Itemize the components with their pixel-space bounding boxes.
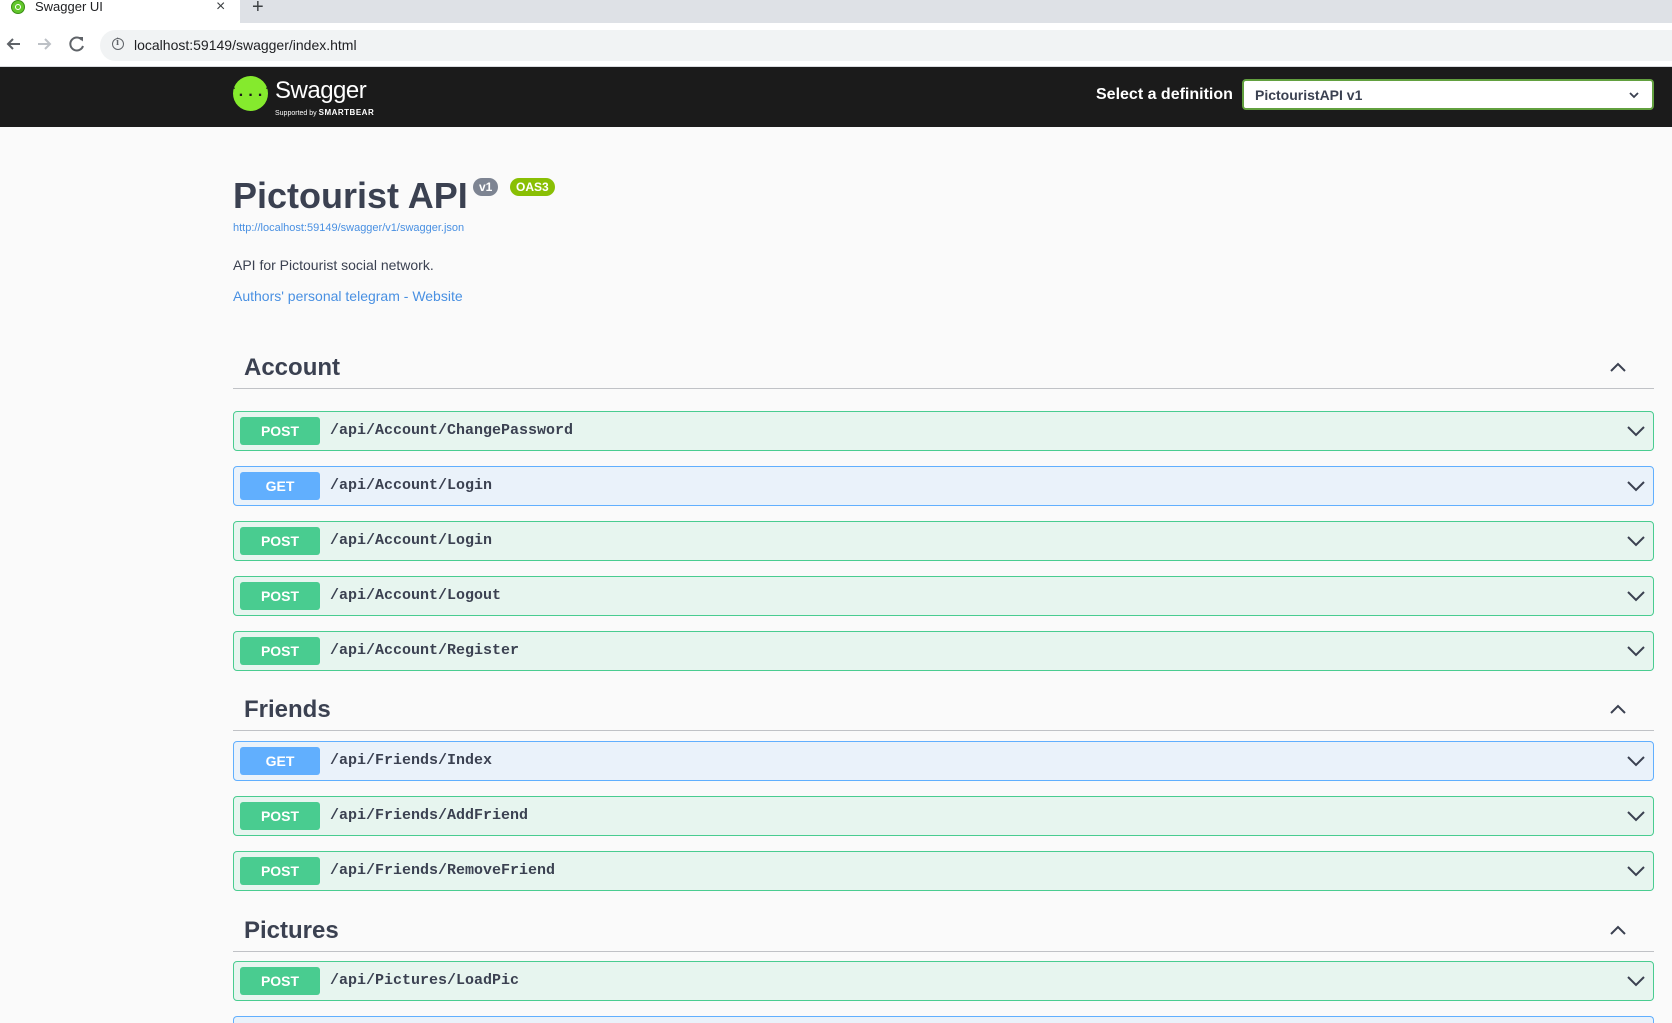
address-bar[interactable]: localhost:59149/swagger/index.html [100,30,1672,61]
operation-path: /api/Account/Register [330,642,520,659]
forward-icon[interactable] [33,33,55,55]
chevron-down-icon[interactable] [1625,588,1647,604]
chevron-down-icon [1629,92,1639,99]
site-info-icon[interactable] [112,37,124,50]
method-badge: POST [240,637,320,665]
method-badge: POST [240,857,320,885]
operation-row[interactable]: POST /api/Friends/RemoveFriend [233,851,1654,891]
method-badge: GET [240,747,320,775]
swagger-topbar: {···} Swagger Supported by SMARTBEAR Sel… [0,67,1672,127]
tag-pictures[interactable]: Pictures [233,911,1654,952]
tag-title: Friends [244,696,331,723]
method-badge: POST [240,527,320,555]
chevron-down-icon[interactable] [1625,533,1647,549]
url-text[interactable]: localhost:59149/swagger/index.html [134,37,357,53]
logo-text: Swagger [275,77,367,104]
tag-account[interactable]: Account [233,348,1654,389]
definition-select[interactable]: PictouristAPI v1 [1242,79,1654,110]
operation-row[interactable]: POST /api/Account/Register [233,631,1654,671]
tag-title: Pictures [244,917,339,944]
operation-row[interactable]: POST /api/Pictures/LoadPic [233,961,1654,1001]
method-badge: POST [240,967,320,995]
chevron-down-icon[interactable] [1625,478,1647,494]
operation-path: /api/Account/Logout [330,587,502,604]
chevron-down-icon[interactable] [1625,863,1647,879]
operation-row[interactable]: GET /api/Account/Login [233,466,1654,506]
tag-friends[interactable]: Friends [233,690,1654,731]
operation-path: /api/Pictures/LoadPic [330,972,520,989]
new-tab-icon[interactable]: + [252,0,264,17]
method-badge: POST [240,582,320,610]
operation-row[interactable]: POST /api/Account/ChangePassword [233,411,1654,451]
method-badge: POST [240,802,320,830]
operation-path: /api/Friends/AddFriend [330,807,529,824]
logo-subtitle: Supported by SMARTBEAR [275,108,374,117]
svg-text:{···}: {···} [233,86,268,104]
logo-sub-prefix: Supported by [275,110,317,117]
api-description: API for Pictourist social network. [233,257,434,273]
operation-path: /api/Friends/RemoveFriend [330,862,556,879]
method-badge: POST [240,417,320,445]
method-badge: GET [240,472,320,500]
chevron-down-icon[interactable] [1625,423,1647,439]
definition-value: PictouristAPI v1 [1255,87,1363,103]
definition-label: Select a definition [1096,86,1233,103]
operation-row[interactable]: GET /api/Friends/Index [233,741,1654,781]
reload-icon[interactable] [66,33,88,55]
contact-link[interactable]: Authors' personal telegram - Website [233,288,463,304]
chevron-down-icon[interactable] [1625,643,1647,659]
browser-toolbar: localhost:59149/swagger/index.html [0,23,1672,67]
swagger-favicon-icon [11,0,25,14]
back-icon[interactable] [3,33,25,55]
tab-title: Swagger UI [35,0,103,14]
operation-row-partial[interactable] [233,1016,1654,1023]
chevron-up-icon[interactable] [1608,702,1628,716]
close-tab-icon[interactable]: × [216,0,225,15]
version-badge: v1 [473,178,499,196]
chevron-down-icon[interactable] [1625,973,1647,989]
operation-row[interactable]: POST /api/Friends/AddFriend [233,796,1654,836]
oas-badge: OAS3 [510,178,555,196]
chevron-up-icon[interactable] [1608,360,1628,374]
logo-sub-brand: SMARTBEAR [318,108,375,117]
chevron-down-icon[interactable] [1625,808,1647,824]
operation-path: /api/Account/ChangePassword [330,422,574,439]
api-title: Pictourist API [233,175,468,216]
operation-path: /api/Account/Login [330,532,493,549]
operation-path: /api/Account/Login [330,477,493,494]
browser-tabstrip: Swagger UI × + [0,0,1672,23]
operation-row[interactable]: POST /api/Account/Login [233,521,1654,561]
operation-path: /api/Friends/Index [330,752,493,769]
spec-json-link[interactable]: http://localhost:59149/swagger/v1/swagge… [233,222,464,234]
operation-row[interactable]: POST /api/Account/Logout [233,576,1654,616]
browser-tab[interactable]: Swagger UI × [0,0,240,23]
tag-title: Account [244,354,340,381]
swagger-logo-icon: {···} [233,76,268,111]
chevron-up-icon[interactable] [1608,923,1628,937]
chevron-down-icon[interactable] [1625,753,1647,769]
